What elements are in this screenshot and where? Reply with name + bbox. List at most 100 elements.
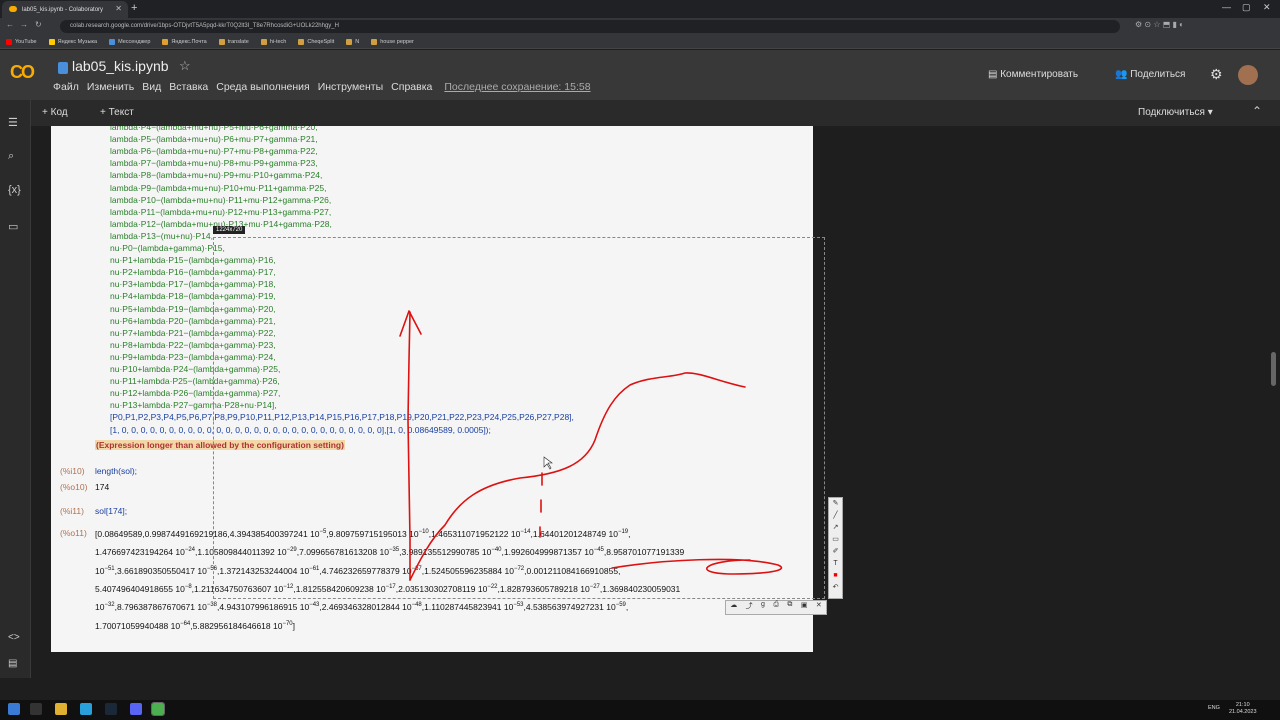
last-saved-link[interactable]: Последнее сохранение: 15:58 [444, 81, 590, 93]
collapse-icon[interactable]: ⌃ [1252, 104, 1262, 118]
notebook-title[interactable]: lab05_kis.ipynb [72, 58, 169, 74]
color-icon[interactable]: ■ [829, 570, 842, 582]
code-line: lambda·P4−(lambda+mu+nu)·P5+mu·P6+gamma·… [110, 126, 318, 132]
menu-item[interactable]: Среда выполнения [216, 81, 309, 93]
search-icon[interactable]: ⌕ [8, 150, 14, 163]
pen-icon[interactable]: ✐ [829, 546, 842, 558]
output-number: , [625, 602, 629, 613]
telegram-icon[interactable] [80, 703, 92, 715]
upload-icon[interactable]: ☁ [730, 601, 737, 614]
close-icon[interactable]: ✕ [816, 601, 822, 614]
chrome-icon[interactable] [151, 702, 165, 716]
menu-item[interactable]: Вставка [169, 81, 208, 93]
avatar[interactable] [1238, 65, 1258, 85]
rectangle-icon[interactable]: ▭ [829, 534, 842, 546]
bookmark-item[interactable]: N [346, 38, 359, 45]
steam-icon[interactable] [105, 703, 117, 715]
output-number: ,8.796387867670671 10 [114, 602, 207, 613]
connect-button[interactable]: Подключиться ▾ [1138, 107, 1213, 118]
search-icon[interactable] [30, 703, 42, 715]
output-exponent: −32 [104, 602, 115, 609]
share-button[interactable]: 👥 Поделиться [1115, 69, 1185, 80]
bookmark-item[interactable]: house pepper [371, 38, 414, 45]
input-prompt: (%i10) [60, 466, 85, 476]
back-icon[interactable]: ← [6, 20, 14, 29]
reload-icon[interactable]: ↻ [35, 20, 42, 29]
chevron-down-icon: ▾ [1207, 107, 1213, 118]
code-line: lambda·P8−(lambda+mu+nu)·P9+mu·P10+gamma… [110, 170, 323, 181]
add-text-button[interactable]: + Текст [100, 107, 134, 118]
output-prompt: (%o10) [60, 482, 88, 492]
gear-icon[interactable]: ⚙ [1210, 66, 1223, 83]
input-line: length(sol); [95, 466, 138, 476]
menu-item[interactable]: Файл [53, 81, 79, 93]
share-icon[interactable]: ⤴ [746, 601, 753, 614]
code-line: lambda·P6−(lambda+mu+nu)·P7+mu·P8+gamma·… [110, 146, 318, 157]
bookmark-item[interactable]: Яндекс Музыка [48, 38, 97, 45]
star-icon[interactable]: ☆ [179, 58, 191, 74]
browser-tab[interactable]: lab05_kis.ipynb - Colaboratory ✕ [2, 1, 128, 18]
taskbar-clock[interactable]: 21:10 21.04.2023 [1229, 702, 1257, 716]
code-line: lambda·P13−(mu+nu)·P14, [110, 230, 214, 241]
extensions-icons[interactable]: ⚙ ⊙ ☆ ⬒ ▮ ◐ [1135, 20, 1184, 29]
screenshot-selection[interactable] [213, 237, 825, 599]
output-number: ,4.538563974927231 10 [523, 602, 616, 613]
minimize-icon[interactable]: — [1222, 2, 1231, 12]
bookmark-label: YouTube [15, 38, 37, 45]
bookmark-item[interactable]: YouTube [6, 38, 37, 45]
variables-icon[interactable]: {x} [8, 184, 21, 196]
output-exponent: −51 [104, 565, 115, 572]
close-tab-icon[interactable]: ✕ [115, 4, 122, 13]
output-exponent: −64 [180, 620, 191, 627]
scrollbar[interactable] [1271, 352, 1276, 386]
menu-item[interactable]: Справка [391, 81, 432, 93]
output-number: ,1.110287445823941 10 [421, 602, 514, 613]
bookmark-item[interactable]: hi-tech [260, 38, 287, 45]
colab-logo-icon[interactable]: CO [10, 62, 35, 83]
arrow-icon[interactable]: ↗ [829, 522, 842, 534]
bookmark-label: CheqeSplit [307, 38, 335, 45]
line-icon[interactable]: ╱ [829, 510, 842, 522]
colab-favicon-icon [9, 6, 17, 12]
code-snippets-icon[interactable]: <> [8, 632, 20, 643]
url-input[interactable]: colab.research.google.com/drive/1bps-OTD… [60, 20, 1120, 33]
print-icon[interactable]: ⎙ [773, 601, 779, 614]
text-icon[interactable]: T [829, 558, 842, 570]
save-icon[interactable]: ▣ [801, 601, 808, 614]
add-code-button[interactable]: + Код [42, 107, 68, 118]
menu-item[interactable]: Инструменты [318, 81, 383, 93]
code-line: lambda·P7−(lambda+mu+nu)·P8+mu·P9+gamma·… [110, 158, 318, 169]
files-icon[interactable]: ▭ [8, 220, 18, 233]
close-window-icon[interactable]: ✕ [1263, 2, 1271, 13]
file-explorer-icon[interactable] [55, 703, 67, 715]
bookmark-icon [260, 38, 267, 45]
marker-icon[interactable]: ✎ [829, 498, 842, 510]
output-row: 1.70071059940488 10−64,5.882956184646618… [95, 621, 295, 631]
code-line: lambda·P10−(lambda+mu+nu)·P11+mu·P12+gam… [110, 194, 332, 205]
new-tab-icon[interactable]: + [131, 2, 137, 14]
code-line: lambda·P11−(lambda+mu+nu)·P12+mu·P13+gam… [110, 206, 332, 217]
copy-icon[interactable]: ⧉ [787, 601, 792, 614]
forward-icon[interactable]: → [20, 20, 28, 29]
toc-icon[interactable]: ☰ [8, 116, 18, 129]
google-icon[interactable]: g [761, 601, 765, 614]
maximize-icon[interactable]: ▢ [1242, 2, 1251, 13]
bookmarks-bar: YouTube Яндекс Музыка Мессенджер Яндекс.Поч… [0, 35, 1280, 49]
bookmark-item[interactable]: Мессенджер [109, 38, 150, 45]
bookmark-label: Яндекс.Почта [171, 38, 207, 45]
bookmark-item[interactable]: translate [218, 38, 249, 45]
menu-item[interactable]: Изменить [87, 81, 134, 93]
windows-start-icon[interactable] [8, 703, 20, 715]
bookmark-item[interactable]: CheqeSplit [298, 38, 335, 45]
bookmark-label: hi-tech [269, 38, 287, 45]
comment-button[interactable]: ▤ Комментировать [988, 69, 1078, 80]
output-exponent: −24 [184, 547, 196, 554]
undo-icon[interactable]: ↶ [829, 582, 842, 594]
output-number: 1.70071059940488 10 [95, 620, 181, 631]
menu-item[interactable]: Вид [142, 81, 161, 93]
discord-icon[interactable] [130, 703, 142, 715]
bookmark-item[interactable]: Яндекс.Почта [162, 38, 207, 45]
terminal-icon[interactable]: ▤ [8, 658, 17, 669]
code-line: lambda·P5−(lambda+mu+nu)·P6+mu·P7+gamma·… [110, 134, 318, 145]
keyboard-language[interactable]: ENG [1208, 705, 1220, 711]
